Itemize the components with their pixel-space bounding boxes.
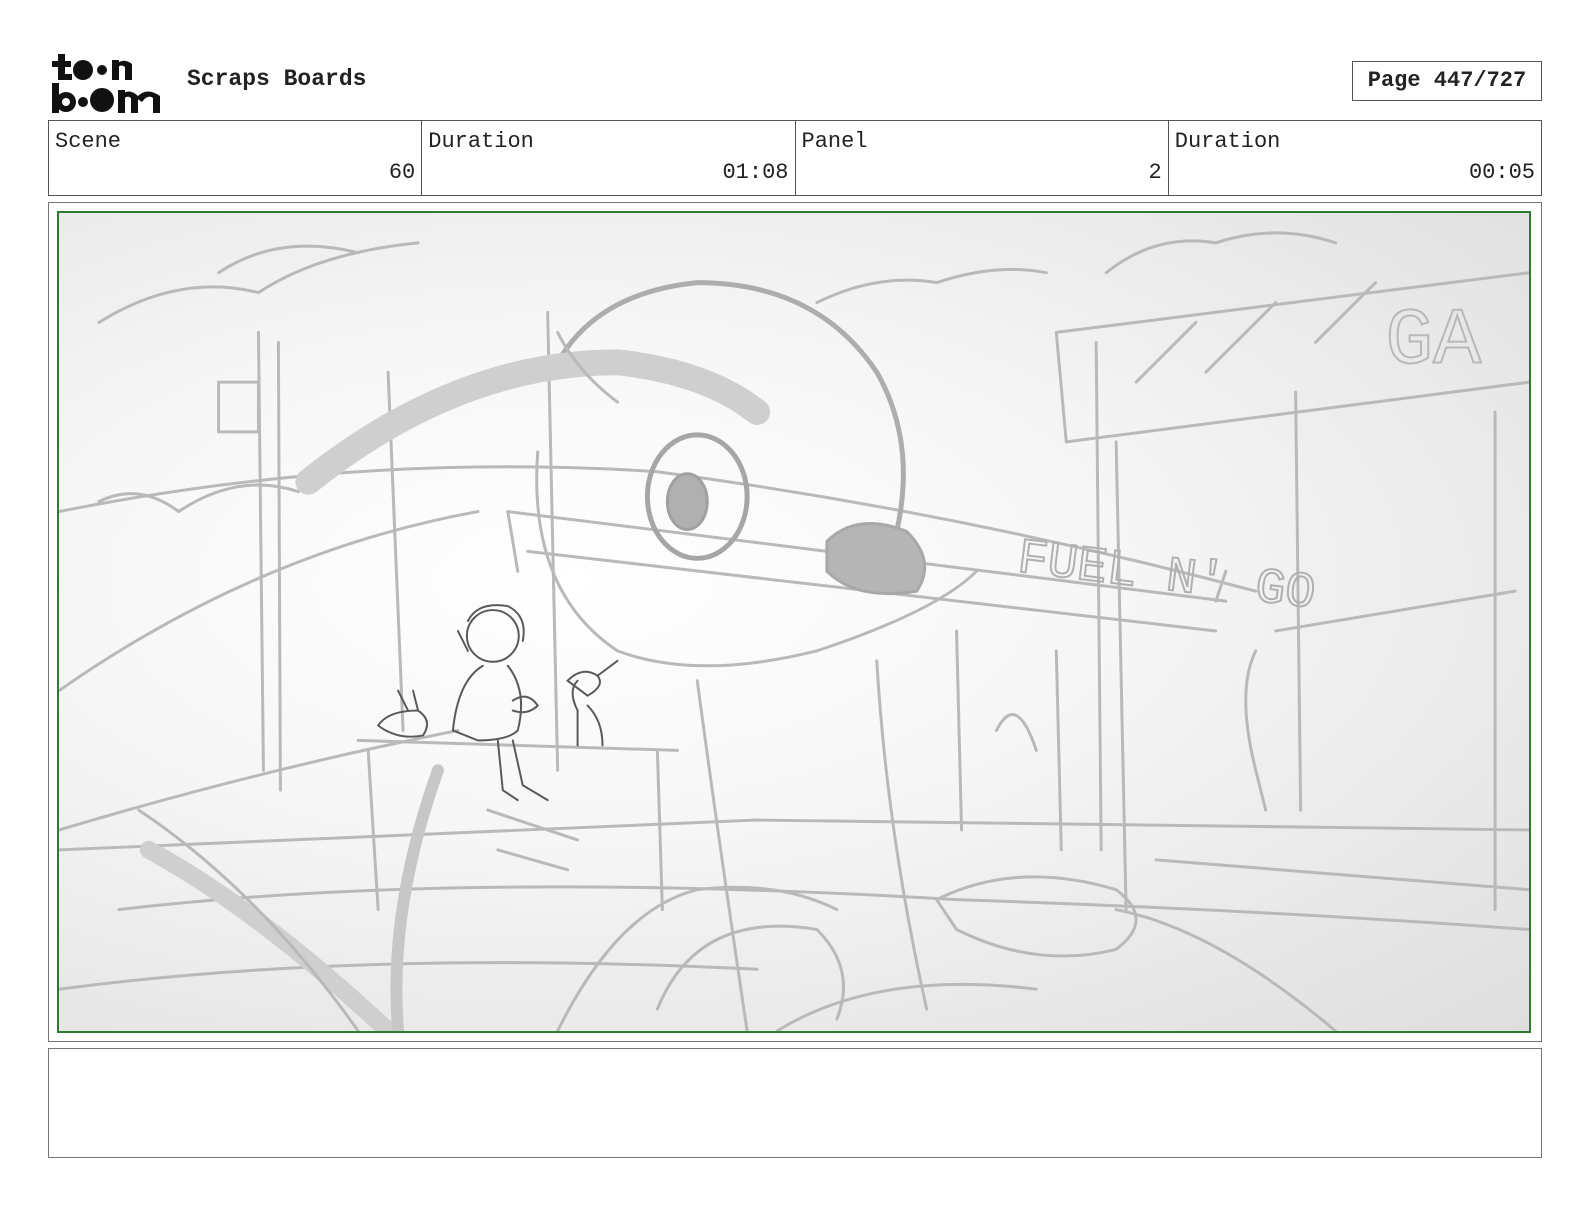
scene-duration-label: Duration: [428, 129, 534, 154]
panel-notes: [48, 1048, 1542, 1158]
document-title: Scraps Boards: [187, 66, 367, 92]
toonboom-logo: [52, 54, 160, 113]
page-indicator: Page 447/727: [1352, 61, 1542, 101]
panel-duration-label: Duration: [1174, 129, 1281, 154]
partial-sign-text: GA: [1385, 296, 1481, 386]
scene-duration-value: 01:08: [722, 160, 789, 185]
scene-value: 60: [388, 160, 416, 185]
panel-info-row: Scene 60 Duration 01:08 Panel 2 Duration…: [48, 120, 1542, 196]
panel-value: 2: [1148, 160, 1162, 185]
storyboard-panel-frame: FUEL N' GO GA: [48, 202, 1542, 1042]
girl-and-dog-figures: [376, 604, 619, 802]
panel-duration-value: 00:05: [1468, 160, 1535, 185]
storyboard-sketch: FUEL N' GO GA: [57, 211, 1531, 1033]
panel-duration-cell: Duration 00:05: [1169, 121, 1541, 195]
panel-cell: Panel 2: [796, 121, 1169, 195]
scene-duration-cell: Duration 01:08: [422, 121, 796, 195]
scene-cell: Scene 60: [49, 121, 423, 195]
scene-label: Scene: [55, 129, 122, 154]
sketch-drawing: FUEL N' GO GA: [59, 231, 1529, 1031]
panel-label: Panel: [801, 129, 868, 154]
fuel-sign-text: FUEL N' GO: [1015, 531, 1319, 623]
